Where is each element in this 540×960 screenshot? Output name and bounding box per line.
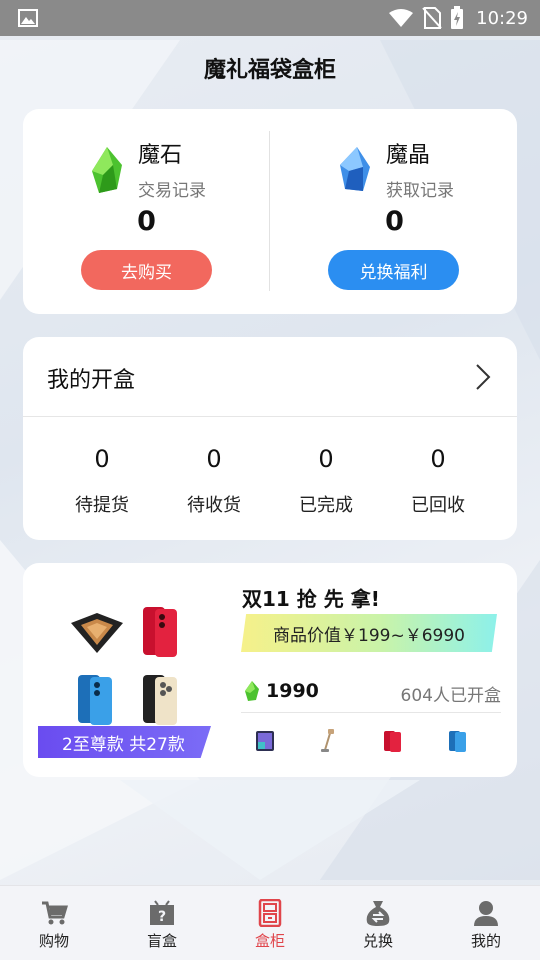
stat-label: 待提货 [75, 495, 129, 516]
tab-label: 我的 [470, 932, 501, 950]
magic-stone-section: 魔石 交易记录 0 去购买 [23, 109, 270, 314]
stat-label: 已回收 [411, 495, 465, 516]
my-boxes-card: 我的开盒 0 待提货 0 待收货 0 已完成 0 已回收 [23, 337, 517, 540]
no-sim-icon [422, 7, 442, 29]
green-gem-icon [92, 147, 122, 193]
promo-badge: 2至尊款 共27款 [38, 726, 211, 758]
wifi-icon [389, 9, 414, 27]
vacuum-thumbnail [321, 729, 334, 752]
stat-pending-receipt[interactable]: 0 待收货 [158, 417, 270, 540]
promo-card[interactable]: 2至尊款 共27款 双11 抢 先 拿! 商品价值￥199~￥6990 1990… [23, 563, 517, 777]
blue-phone-image [78, 675, 112, 725]
gold-phone-image [143, 675, 177, 725]
redeem-benefits-button[interactable]: 兑换福利 [328, 250, 459, 290]
tab-exchange[interactable]: 兑换 [324, 886, 432, 960]
chevron-right-icon [476, 364, 491, 390]
status-bar: 10:29 [0, 0, 540, 36]
tab-label: 购物 [38, 932, 69, 950]
user-icon [474, 901, 498, 926]
green-gem-icon [245, 681, 259, 701]
page-title: 魔礼福袋盒柜 [203, 58, 336, 83]
exchange-bag-icon [366, 901, 390, 926]
tab-cabinet[interactable]: 盒柜 [216, 886, 324, 960]
my-boxes-header[interactable]: 我的开盒 [23, 337, 517, 417]
stat-pending-pickup[interactable]: 0 待提货 [46, 417, 158, 540]
acquisition-records-link[interactable]: 获取记录 [386, 176, 454, 201]
stat-value: 0 [318, 445, 334, 473]
promo-price: 1990 [266, 680, 319, 702]
promo-opened-count: 604人已开盒 [400, 686, 501, 706]
magic-stone-label: 魔石 [138, 143, 183, 168]
cabinet-icon [258, 899, 282, 927]
red-phone-thumbnail [384, 731, 401, 752]
tablet-thumbnail [256, 731, 274, 751]
stat-recycled[interactable]: 0 已回收 [382, 417, 494, 540]
bottom-tab-bar: 购物 ? 盲盒 盒柜 兑换 我的 [0, 885, 540, 960]
tab-blind-box[interactable]: ? 盲盒 [108, 886, 216, 960]
stat-label: 待收货 [187, 495, 241, 516]
mystery-box-icon: ? [150, 900, 174, 925]
blue-phone-thumbnail [449, 731, 466, 752]
promo-divider [241, 712, 501, 713]
price-range-band: 商品价值￥199~￥6990 [241, 614, 497, 652]
buy-button[interactable]: 去购买 [81, 250, 212, 290]
magic-stone-balance: 0 [137, 206, 156, 237]
svg-text:?: ? [158, 909, 166, 925]
tab-label: 盲盒 [146, 932, 177, 950]
tab-profile[interactable]: 我的 [432, 886, 540, 960]
magic-crystal-section: 魔晶 获取记录 0 兑换福利 [270, 109, 517, 314]
blue-crystal-icon [340, 147, 370, 191]
magic-crystal-label: 魔晶 [386, 143, 431, 168]
red-phone-image [143, 607, 177, 657]
my-boxes-title: 我的开盒 [47, 368, 136, 393]
cart-icon [42, 901, 68, 925]
image-icon [18, 9, 38, 27]
transaction-records-link[interactable]: 交易记录 [138, 176, 206, 201]
stat-label: 已完成 [299, 495, 353, 516]
stat-completed[interactable]: 0 已完成 [270, 417, 382, 540]
status-time: 10:29 [476, 7, 528, 29]
folding-phone-image [71, 613, 123, 653]
tab-shopping[interactable]: 购物 [0, 886, 108, 960]
tab-label: 盒柜 [254, 932, 285, 950]
stat-value: 0 [430, 445, 446, 473]
wallet-card: 魔石 交易记录 0 去购买 魔晶 获取记录 0 兑换福利 [23, 109, 517, 314]
promo-title: 双11 抢 先 拿! [242, 587, 380, 611]
promo-products [49, 593, 229, 733]
tab-label: 兑换 [362, 932, 393, 950]
magic-crystal-balance: 0 [385, 206, 404, 237]
stat-value: 0 [94, 445, 110, 473]
battery-charging-icon [451, 6, 464, 29]
stat-value: 0 [206, 445, 222, 473]
